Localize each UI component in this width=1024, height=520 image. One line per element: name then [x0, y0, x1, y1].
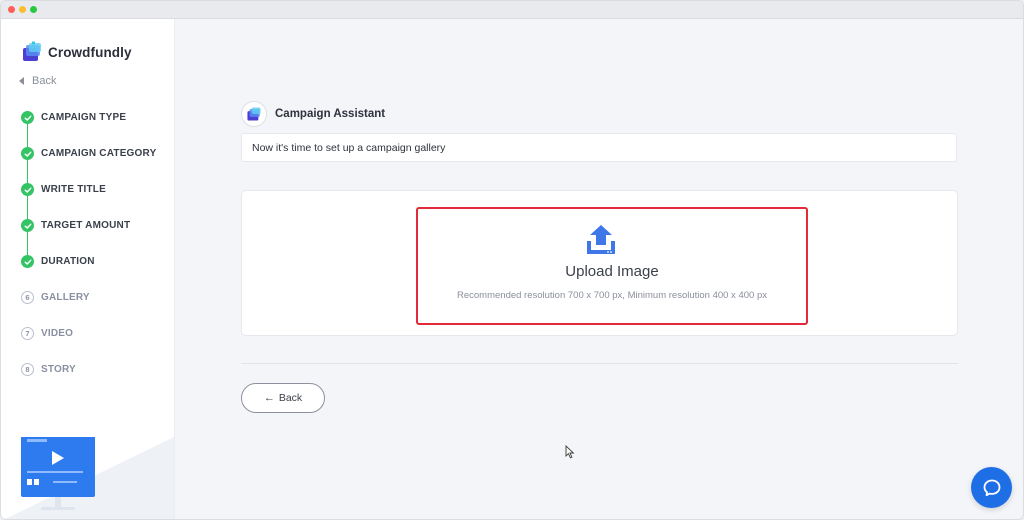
step-label: WRITE TITLE: [41, 184, 106, 195]
step-campaign-category[interactable]: CAMPAIGN CATEGORY: [21, 147, 171, 183]
step-connector: [27, 160, 28, 183]
caret-left-icon: [19, 77, 24, 85]
divider: [241, 363, 958, 364]
step-video[interactable]: 7 VIDEO: [21, 327, 171, 363]
crowdfundly-logo-icon: [247, 107, 261, 121]
step-number-badge: 6: [21, 291, 34, 304]
sidebar-back-link[interactable]: Back: [19, 75, 56, 87]
step-label: DURATION: [41, 256, 95, 267]
maximize-window-button[interactable]: [30, 6, 37, 13]
brand[interactable]: Crowdfundly: [21, 40, 132, 64]
step-gallery[interactable]: 6 GALLERY: [21, 291, 171, 327]
back-button-label: Back: [278, 392, 303, 404]
step-connector: [27, 124, 28, 147]
step-duration[interactable]: DURATION: [21, 255, 171, 291]
assistant-avatar: [241, 101, 267, 127]
video-monitor-icon: [5, 437, 174, 519]
step-story[interactable]: 8 STORY: [21, 363, 171, 399]
step-campaign-type[interactable]: CAMPAIGN TYPE: [21, 111, 171, 147]
check-circle-icon: [21, 147, 34, 160]
upload-tray-icon: [587, 225, 615, 254]
arrow-left-icon: ←: [263, 392, 275, 404]
minimize-window-button[interactable]: [19, 6, 26, 13]
upload-image-dropzone[interactable]: Upload Image Recommended resolution 700 …: [416, 207, 808, 325]
step-label: CAMPAIGN CATEGORY: [41, 148, 157, 159]
sidebar-back-label: Back: [32, 75, 57, 87]
step-number-badge: 7: [21, 327, 34, 340]
upload-card: Upload Image Recommended resolution 700 …: [241, 190, 958, 336]
chat-bubble-icon: [983, 479, 1000, 496]
assistant-name: Campaign Assistant: [275, 108, 386, 120]
assistant-header: Campaign Assistant: [241, 101, 385, 127]
step-connector: [27, 232, 28, 255]
step-number-badge: 8: [21, 363, 34, 376]
step-target-amount[interactable]: TARGET AMOUNT: [21, 219, 171, 255]
brand-name: Crowdfundly: [48, 44, 132, 60]
main-content: Campaign Assistant Now it's time to set …: [175, 19, 1023, 519]
assistant-message: Now it's time to set up a campaign galle…: [241, 133, 957, 162]
app-window: Crowdfundly Back CAMPAIGN TYPE CAMPAIGN …: [0, 0, 1024, 520]
mouse-cursor-icon: [565, 445, 575, 459]
steps-list: CAMPAIGN TYPE CAMPAIGN CATEGORY WRITE TI…: [21, 111, 171, 399]
step-label: VIDEO: [41, 328, 74, 339]
check-circle-icon: [21, 255, 34, 268]
check-circle-icon: [21, 219, 34, 232]
step-write-title[interactable]: WRITE TITLE: [21, 183, 171, 219]
chat-button[interactable]: [971, 467, 1012, 508]
upload-title: Upload Image: [565, 263, 659, 280]
close-window-button[interactable]: [8, 6, 15, 13]
step-label: CAMPAIGN TYPE: [41, 112, 127, 123]
back-button[interactable]: ← Back: [241, 383, 325, 413]
check-circle-icon: [21, 183, 34, 196]
sidebar: Crowdfundly Back CAMPAIGN TYPE CAMPAIGN …: [1, 19, 175, 519]
upload-hint: Recommended resolution 700 x 700 px, Min…: [457, 290, 767, 301]
step-connector: [27, 196, 28, 219]
crowdfundly-logo-icon: [23, 41, 41, 61]
step-label: STORY: [41, 364, 76, 375]
window-titlebar: [1, 1, 1023, 19]
step-label: TARGET AMOUNT: [41, 220, 131, 231]
step-label: GALLERY: [41, 292, 90, 303]
check-circle-icon: [21, 111, 34, 124]
